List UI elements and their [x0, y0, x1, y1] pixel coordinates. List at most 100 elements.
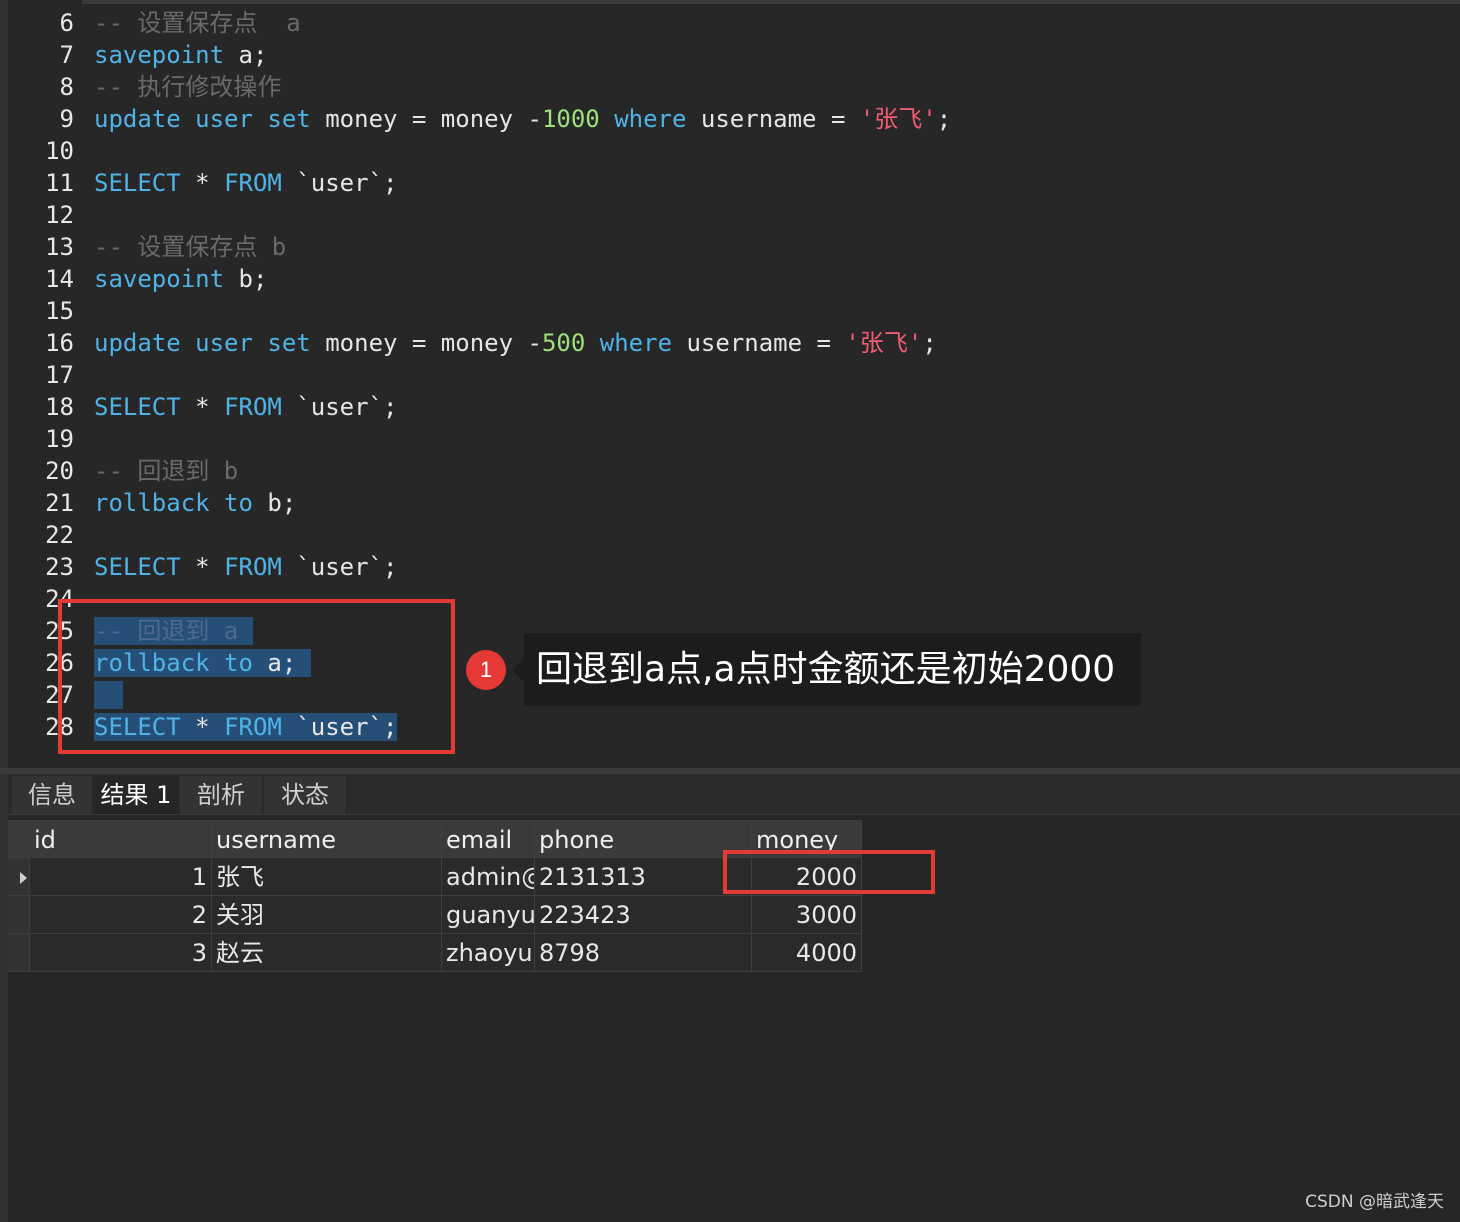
sql-keyword: savepoint — [94, 41, 225, 69]
cell-money[interactable]: 4000 — [752, 934, 862, 972]
line-number: 7 — [59, 41, 74, 69]
code-text[interactable]: SELECT * FROM `user`; — [94, 391, 397, 423]
code-line[interactable]: 10 — [0, 135, 1460, 167]
row-selector[interactable] — [8, 934, 30, 972]
sql-comment: -- 设置保存点 b — [94, 233, 287, 261]
cell-phone[interactable]: 223423 — [535, 896, 752, 934]
column-header-phone[interactable]: phone — [535, 820, 752, 858]
code-line[interactable]: 13 -- 设置保存点 b — [0, 231, 1460, 263]
sql-keyword: FROM — [224, 553, 282, 581]
tab-status[interactable]: 状态 — [264, 776, 347, 814]
cell-username[interactable]: 张飞 — [212, 858, 442, 896]
cell-phone[interactable]: 2131313 — [535, 858, 752, 896]
line-number: 23 — [45, 553, 74, 581]
sql-keyword: FROM — [224, 169, 282, 197]
cell-id[interactable]: 1 — [30, 858, 212, 896]
column-header-id[interactable]: id — [30, 820, 212, 858]
sql-keyword: savepoint — [94, 265, 225, 293]
code-text[interactable]: SELECT * FROM `user`; — [94, 167, 397, 199]
code-line[interactable]: 7 savepoint a; — [0, 39, 1460, 71]
sql-keyword: rollback — [94, 489, 210, 517]
row-selector[interactable] — [8, 896, 30, 934]
cell-id[interactable]: 3 — [30, 934, 212, 972]
sql-comment: -- 设置保存点 a — [94, 9, 301, 37]
sql-editor[interactable]: 6 -- 设置保存点 a 7 savepoint a; 8 -- 执行修改操作 9 updat… — [0, 0, 1460, 768]
code-line[interactable]: 21 rollback to b; — [0, 487, 1460, 519]
row-selector-current[interactable] — [8, 858, 30, 896]
sql-text: `user`; — [281, 553, 398, 581]
sql-comment: -- 回退到 b — [94, 457, 239, 485]
cell-email[interactable]: zhaoyun — [442, 934, 535, 972]
sql-text: username = — [672, 329, 846, 357]
code-text[interactable]: update user set money = money -500 where… — [94, 327, 937, 359]
sql-text: ; — [936, 105, 952, 133]
code-line[interactable]: 15 — [0, 295, 1460, 327]
sql-keyword: SELECT — [94, 553, 181, 581]
code-text[interactable]: savepoint b; — [94, 263, 267, 295]
line-number: 14 — [45, 265, 74, 293]
cell-email[interactable]: admin@ — [442, 858, 535, 896]
code-line[interactable]: 18 SELECT * FROM `user`; — [0, 391, 1460, 423]
sql-text: * — [180, 553, 225, 581]
code-text[interactable]: -- 设置保存点 a — [94, 7, 301, 39]
sql-number: 500 — [541, 329, 586, 357]
sql-text: money = money - — [310, 329, 542, 357]
left-edge-strip — [0, 0, 8, 1222]
code-line[interactable]: 11 SELECT * FROM `user`; — [0, 167, 1460, 199]
line-number: 16 — [45, 329, 74, 357]
code-line[interactable]: 14 savepoint b; — [0, 263, 1460, 295]
sql-string: '张飞' — [859, 105, 937, 133]
tab-profile[interactable]: 剖析 — [180, 776, 263, 814]
cell-phone[interactable]: 8798 — [535, 934, 752, 972]
sql-text: username = — [686, 105, 860, 133]
line-number: 15 — [45, 297, 74, 325]
code-line[interactable]: 16 update user set money = money -500 whe… — [0, 327, 1460, 359]
cell-money[interactable]: 3000 — [752, 896, 862, 934]
code-text[interactable]: -- 执行修改操作 — [94, 71, 281, 103]
code-line[interactable]: 9 update user set money = money -1000 whe… — [0, 103, 1460, 135]
cell-username[interactable]: 赵云 — [212, 934, 442, 972]
line-number: 20 — [45, 457, 74, 485]
grid-corner — [8, 820, 30, 858]
code-line[interactable]: 12 — [0, 199, 1460, 231]
cell-username[interactable]: 关羽 — [212, 896, 442, 934]
highlight-box-money — [723, 850, 935, 894]
code-text[interactable]: SELECT * FROM `user`; — [94, 551, 397, 583]
sql-number: 1000 — [541, 105, 600, 133]
sql-string: '张飞' — [845, 329, 923, 357]
annotation-pointer — [512, 658, 524, 682]
code-text[interactable]: savepoint a; — [94, 39, 267, 71]
sql-keyword: update — [94, 105, 181, 133]
code-text[interactable]: rollback to b; — [94, 487, 296, 519]
code-line[interactable]: 23 SELECT * FROM `user`; — [0, 551, 1460, 583]
code-line[interactable]: 20 -- 回退到 b — [0, 455, 1460, 487]
cell-id[interactable]: 2 — [30, 896, 212, 934]
code-line[interactable]: 6 -- 设置保存点 a — [0, 7, 1460, 39]
line-number: 10 — [45, 137, 74, 165]
line-number: 18 — [45, 393, 74, 421]
tab-info[interactable]: 信息 — [12, 776, 93, 814]
line-number: 9 — [59, 105, 74, 133]
sql-keyword: user — [195, 329, 253, 357]
annotation-badge: 1 — [466, 650, 506, 690]
code-text[interactable]: -- 设置保存点 b — [94, 231, 286, 263]
code-line[interactable]: 17 — [0, 359, 1460, 391]
column-header-username[interactable]: username — [212, 820, 442, 858]
cell-email[interactable]: guanyu — [442, 896, 535, 934]
code-line[interactable]: 8 -- 执行修改操作 — [0, 71, 1460, 103]
sql-keyword: set — [267, 105, 311, 133]
code-line[interactable]: 19 — [0, 423, 1460, 455]
sql-keyword: where — [599, 329, 673, 357]
code-line[interactable]: 22 — [0, 519, 1460, 551]
column-header-email[interactable]: email — [442, 820, 535, 858]
code-text[interactable]: update user set money = money -1000 wher… — [94, 103, 951, 135]
sql-keyword: update — [94, 329, 181, 357]
code-text[interactable]: -- 回退到 b — [94, 455, 238, 487]
editor-top-border — [0, 0, 1460, 4]
tab-result-1[interactable]: 结果 1 — [94, 776, 179, 814]
